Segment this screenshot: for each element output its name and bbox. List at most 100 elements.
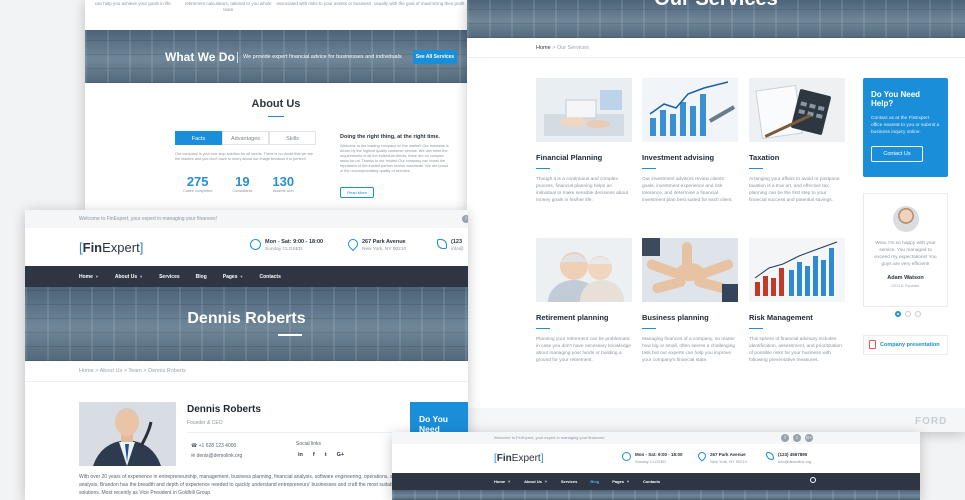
stat-consultants: 19 Consultants bbox=[232, 174, 252, 193]
service-title: Taxation bbox=[749, 153, 780, 162]
person-email[interactable]: ✉ denis@demolink.org bbox=[191, 453, 242, 459]
chevron-down-icon: ▼ bbox=[543, 479, 548, 484]
service-title: Financial Planning bbox=[536, 153, 603, 162]
service-card-retirement-planning[interactable]: Retirement planning Planning your retire… bbox=[536, 238, 632, 364]
stat-value: 130 bbox=[272, 174, 295, 189]
feature-text: can help you achieve your goals in life bbox=[94, 1, 171, 6]
address-sub: New York, NY 90210 bbox=[362, 247, 407, 252]
see-all-services-button[interactable]: See All Services bbox=[413, 50, 457, 64]
phone-sub: info@ bbox=[451, 247, 464, 252]
address-main: 267 Park Avenue bbox=[362, 239, 406, 245]
testimonial-quote: Wow, I'm so happy with your service. You… bbox=[874, 241, 937, 267]
presentation-label: Company presentation bbox=[880, 342, 940, 348]
carousel-dot[interactable] bbox=[905, 311, 911, 317]
hours-main: Mon - Sat: 9:00 - 18:00 bbox=[635, 452, 683, 457]
twitter-icon[interactable]: t bbox=[325, 452, 327, 458]
nav-services[interactable]: Services bbox=[561, 479, 577, 484]
help-text: Contact us at the FinExpert office neare… bbox=[871, 116, 940, 135]
nav-home[interactable]: Home ▼ bbox=[79, 274, 99, 280]
service-description: Planning your retirement can be problema… bbox=[536, 337, 632, 363]
service-card-financial-planning[interactable]: Financial Planning Though it is a contin… bbox=[536, 78, 632, 204]
logo-part: Expert bbox=[102, 240, 140, 255]
facebook-icon[interactable]: f bbox=[313, 452, 315, 458]
divider bbox=[25, 381, 468, 382]
top-bar: Welcome to FinExpert, your expert in man… bbox=[25, 210, 468, 228]
hours-sub: Sunday CLOSED bbox=[635, 459, 667, 464]
phone-info: (123) 4567890 info@demolink.org bbox=[766, 452, 811, 464]
service-card-investment-advising[interactable]: Investment advising Our investment advis… bbox=[642, 78, 738, 204]
phone-info: (123 info@ bbox=[437, 239, 464, 252]
feature-text: retirement calculators, tailored to you … bbox=[184, 1, 272, 12]
stats-row: 275 Cases completed 19 Consultants 130 A… bbox=[183, 174, 294, 193]
facebook-icon[interactable]: f bbox=[781, 434, 789, 442]
site-logo[interactable]: [FinExpert] bbox=[494, 453, 543, 464]
nav-home[interactable]: Home ▼ bbox=[494, 479, 511, 484]
blog-page-panel: Welcome to FinExpert, your expert in man… bbox=[392, 432, 920, 500]
service-image bbox=[536, 78, 632, 142]
service-title: Risk Management bbox=[749, 313, 813, 322]
tab-skills[interactable]: Skills bbox=[269, 131, 316, 145]
title-underline bbox=[278, 334, 302, 336]
tab-advantages[interactable]: Advantages bbox=[222, 131, 269, 145]
service-card-risk-management[interactable]: Risk Management This sphere of financial… bbox=[749, 238, 845, 364]
clock-icon bbox=[622, 452, 631, 461]
email-value: denis@demolink.org bbox=[196, 453, 243, 459]
main-nav: Home ▼ About Us ▼ Services Blog Pages ▼ Con… bbox=[392, 473, 920, 490]
nav-about-us[interactable]: About Us ▼ bbox=[115, 274, 143, 280]
divider bbox=[237, 52, 238, 63]
breadcrumb[interactable]: Home > About Us > Team > Dennis Roberts bbox=[79, 368, 186, 374]
help-widget: Do You Need Help? Contact us at the FinE… bbox=[863, 78, 948, 177]
contact-us-button[interactable]: Contact Us bbox=[871, 146, 923, 162]
chevron-down-icon: ▼ bbox=[94, 273, 99, 279]
address-info: 267 Park Avenue New York, NY 90210 bbox=[345, 236, 407, 252]
nav-blog[interactable]: Blog bbox=[196, 274, 207, 280]
linkedin-icon[interactable]: in bbox=[298, 452, 303, 458]
chevron-down-icon: ▼ bbox=[626, 479, 630, 484]
about-body-text: Our company is your one stop solution fo… bbox=[175, 152, 313, 161]
service-title: Investment advising bbox=[642, 153, 715, 162]
person-role: Founder & CEO bbox=[187, 420, 223, 426]
what-we-do-text: We provide expert financial advice for b… bbox=[243, 54, 402, 60]
service-description: Though it is a continuous and complex pr… bbox=[536, 177, 628, 203]
title-underline bbox=[268, 116, 284, 117]
breadcrumb-home[interactable]: Home bbox=[536, 45, 551, 51]
divider bbox=[467, 57, 965, 58]
chevron-down-icon: ▼ bbox=[239, 273, 244, 279]
read-more-button[interactable]: Read More bbox=[340, 187, 374, 198]
nav-about-us[interactable]: About Us ▼ bbox=[524, 479, 548, 484]
nav-contacts[interactable]: Contacts bbox=[259, 274, 280, 280]
facebook-icon[interactable]: f bbox=[462, 215, 468, 223]
nav-label: Home bbox=[494, 479, 506, 484]
nav-blog[interactable]: Blog bbox=[590, 479, 599, 484]
service-card-taxation[interactable]: Taxation Arranging your affairs to avoid… bbox=[749, 78, 845, 204]
stat-value: 275 bbox=[186, 174, 209, 189]
address-info: 267 Park Avenue New York, NY 90210 bbox=[696, 450, 747, 464]
service-image bbox=[749, 238, 845, 302]
service-card-business-planning[interactable]: Business planning Managing finances of a… bbox=[642, 238, 738, 364]
carousel-dot[interactable] bbox=[895, 311, 901, 317]
google-plus-icon[interactable]: G+ bbox=[805, 434, 813, 442]
service-image bbox=[749, 78, 845, 142]
person-phone[interactable]: ☎ +1 628 123 4000 bbox=[191, 443, 236, 449]
carousel-dot[interactable] bbox=[915, 311, 921, 317]
site-logo[interactable]: [FinExpert] bbox=[79, 240, 143, 255]
logo-part: Fin bbox=[496, 453, 512, 464]
nav-services[interactable]: Services bbox=[159, 274, 180, 280]
stat-awards: 130 Awards won bbox=[272, 174, 294, 193]
nav-pages[interactable]: Pages ▼ bbox=[223, 274, 244, 280]
social-links: in f t G+ bbox=[298, 452, 344, 458]
search-icon[interactable] bbox=[810, 477, 816, 483]
stat-label: Awards won bbox=[272, 189, 294, 193]
title-underline bbox=[642, 168, 656, 169]
company-presentation-link[interactable]: Company presentation bbox=[863, 335, 948, 355]
tab-facts[interactable]: Facts bbox=[175, 131, 222, 145]
what-we-do-banner: What We Do We provide expert financial a… bbox=[85, 30, 467, 83]
location-pin-icon bbox=[696, 450, 708, 462]
nav-contacts[interactable]: Contacts bbox=[643, 479, 660, 484]
twitter-icon[interactable]: t bbox=[793, 434, 801, 442]
service-description: This sphere of financial advisory includ… bbox=[749, 337, 842, 363]
google-plus-icon[interactable]: G+ bbox=[337, 452, 345, 458]
nav-pages[interactable]: Pages ▼ bbox=[612, 479, 630, 484]
nav-label: Home bbox=[79, 273, 93, 280]
welcome-text: Welcome to FinExpert, your expert in man… bbox=[79, 216, 218, 222]
